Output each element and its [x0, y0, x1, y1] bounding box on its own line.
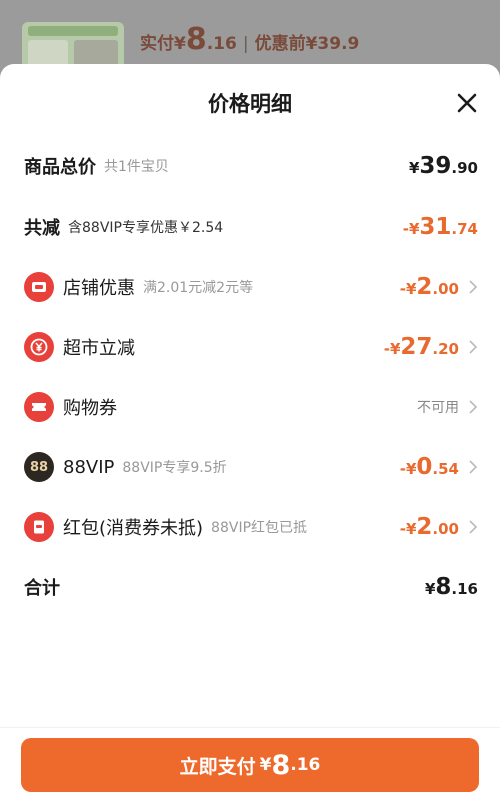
row-label: 合计 [24, 578, 60, 599]
bg-separator: | [242, 34, 249, 54]
row-label: 红包(消费券未抵) [63, 518, 204, 539]
pay-button-int: 8 [271, 749, 291, 781]
background-pay-summary: 实付¥8.16 | 优惠前¥39.9 [140, 22, 359, 57]
row-amount: -¥27.20 [383, 334, 459, 360]
bg-pay-currency: ¥ [174, 34, 186, 54]
pay-button-dec: .16 [290, 755, 321, 775]
row-label: 共减 [24, 218, 60, 239]
row-shopping-voucher[interactable]: 购物券 不可用 [0, 387, 500, 427]
row-amount: -¥31.74 [402, 214, 478, 240]
row-amount: -¥2.00 [399, 274, 459, 300]
ticket-icon [24, 392, 54, 422]
chevron-right-icon [469, 340, 478, 354]
row-red-packet[interactable]: 红包(消费券未抵) 88VIP红包已抵 -¥2.00 [0, 507, 500, 547]
row-amount: -¥0.54 [399, 454, 459, 480]
row-sub: 满2.01元减2元等 [143, 280, 254, 296]
price-detail-sheet: 价格明细 商品总价 共1件宝贝 ¥39.90 共减 含88VIP专享优惠￥2.5… [0, 64, 500, 811]
footer-divider [0, 727, 500, 728]
row-amount: ¥8.16 [424, 574, 478, 600]
row-label: 店铺优惠 [63, 278, 135, 299]
bg-original-price: 优惠前¥39.9 [254, 34, 360, 54]
yuan-discount-icon [24, 332, 54, 362]
pay-now-button[interactable]: 立即支付 ¥8.16 [21, 738, 479, 792]
bg-pay-dec: .16 [206, 34, 237, 54]
voucher-status: 不可用 [417, 400, 459, 416]
close-icon[interactable] [454, 90, 480, 116]
chevron-right-icon [469, 400, 478, 414]
row-total-sum: 合计 ¥8.16 [0, 567, 500, 607]
row-sub: 88VIP红包已抵 [211, 520, 308, 536]
row-total-price: 商品总价 共1件宝贝 ¥39.90 [0, 146, 500, 186]
vip88-icon: 88 [24, 452, 54, 482]
chevron-right-icon [469, 460, 478, 474]
row-label: 超市立减 [63, 338, 135, 359]
row-sub: 共1件宝贝 [104, 159, 169, 175]
bg-pay-int: 8 [185, 22, 207, 57]
store-coupon-icon [24, 272, 54, 302]
pay-button-label: 立即支付 [179, 755, 256, 778]
row-label: 88VIP [63, 456, 115, 478]
row-amount: -¥2.00 [399, 514, 459, 540]
row-label: 商品总价 [24, 157, 96, 178]
sheet-title: 价格明细 [208, 92, 292, 116]
row-market-discount[interactable]: 超市立减 -¥27.20 [0, 327, 500, 367]
row-88vip[interactable]: 88 88VIP 88VIP专享9.5折 -¥0.54 [0, 447, 500, 487]
bg-pay-prefix: 实付 [140, 34, 174, 54]
row-total-discount: 共减 含88VIP专享优惠￥2.54 -¥31.74 [0, 207, 500, 247]
row-store-discount[interactable]: 店铺优惠 满2.01元减2元等 -¥2.00 [0, 267, 500, 307]
chevron-right-icon [469, 280, 478, 294]
row-sub: 含88VIP专享优惠￥2.54 [68, 220, 224, 236]
pay-button-currency: ¥ [259, 755, 272, 775]
row-sub: 88VIP专享9.5折 [122, 460, 227, 476]
row-label: 购物券 [63, 398, 117, 419]
row-amount: ¥39.90 [408, 153, 478, 179]
red-packet-icon [24, 512, 54, 542]
chevron-right-icon [469, 520, 478, 534]
